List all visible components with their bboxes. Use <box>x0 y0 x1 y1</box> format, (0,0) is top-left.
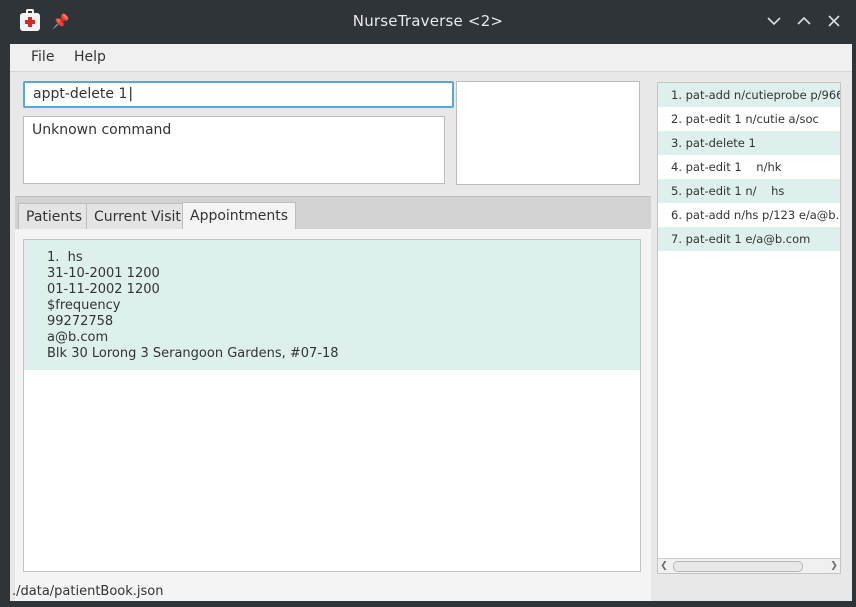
history-item[interactable]: 5. pat-edit 1 n/ hs <box>658 179 840 203</box>
appointment-end: 01-11-2002 1200 <box>47 282 160 297</box>
command-input[interactable]: appt-delete 1 <box>23 81 454 108</box>
appointment-email: a@b.com <box>47 330 109 345</box>
menu-help[interactable]: Help <box>74 49 106 65</box>
history-item[interactable]: 1. pat-add n/cutieprobe p/9669 <box>658 83 840 107</box>
maximize-icon[interactable] <box>796 10 812 32</box>
info-panel <box>456 81 640 185</box>
appointment-address: Blk 30 Lorong 3 Serangoon Gardens, #07-1… <box>47 346 339 361</box>
window-frame-right <box>852 44 856 607</box>
scrollbar-thumb[interactable] <box>673 561 803 572</box>
history-item[interactable]: 7. pat-edit 1 e/a@b.com <box>658 227 840 251</box>
title-bar: 📌 NurseTraverse <2> <box>0 0 856 44</box>
window-frame-bottom <box>0 601 856 607</box>
tab-patients[interactable]: Patients <box>18 203 91 229</box>
tab-current-visit[interactable]: Current Visit <box>86 203 189 229</box>
appointment-card[interactable]: 1. hs 31-10-2001 1200 01-11-2002 1200 $f… <box>24 240 640 370</box>
history-item[interactable]: 3. pat-delete 1 <box>658 131 840 155</box>
history-item[interactable]: 2. pat-edit 1 n/cutie a/soc <box>658 107 840 131</box>
command-history-list[interactable]: 1. pat-add n/cutieprobe p/9669 2. pat-ed… <box>657 82 841 574</box>
menu-file[interactable]: File <box>31 49 54 65</box>
scroll-right-icon[interactable]: ❯ <box>828 559 840 573</box>
close-icon[interactable] <box>826 10 842 32</box>
minimize-icon[interactable] <box>766 10 782 32</box>
history-item[interactable]: 6. pat-add n/hs p/123 e/a@b.co <box>658 203 840 227</box>
result-display: Unknown command <box>23 116 445 184</box>
history-item[interactable]: 4. pat-edit 1 n/hk <box>658 155 840 179</box>
appointment-frequency: $frequency <box>47 298 121 313</box>
appointment-list[interactable]: 1. hs 31-10-2001 1200 01-11-2002 1200 $f… <box>23 239 641 572</box>
tab-appointments[interactable]: Appointments <box>182 202 297 230</box>
tab-bar: Patients Current Visit Appointments <box>15 196 651 230</box>
appointment-start: 31-10-2001 1200 <box>47 266 160 281</box>
appointment-phone: 99272758 <box>47 314 114 329</box>
status-bar-path: ./data/patientBook.json <box>12 584 164 599</box>
appointments-panel: 1. hs 31-10-2001 1200 01-11-2002 1200 $f… <box>15 229 651 601</box>
window-title: NurseTraverse <2> <box>352 12 504 30</box>
result-text: Unknown command <box>32 122 172 138</box>
main-content: appt-delete 1 Unknown command Patients C… <box>10 72 852 601</box>
scroll-left-icon[interactable]: ❮ <box>658 559 670 573</box>
window-frame-left <box>0 44 10 607</box>
menu-bar: File Help <box>10 44 852 72</box>
appointment-index-name: 1. hs <box>47 250 83 265</box>
command-value: appt-delete 1 <box>33 86 128 102</box>
horizontal-scrollbar[interactable]: ❮ ❯ <box>658 558 840 573</box>
